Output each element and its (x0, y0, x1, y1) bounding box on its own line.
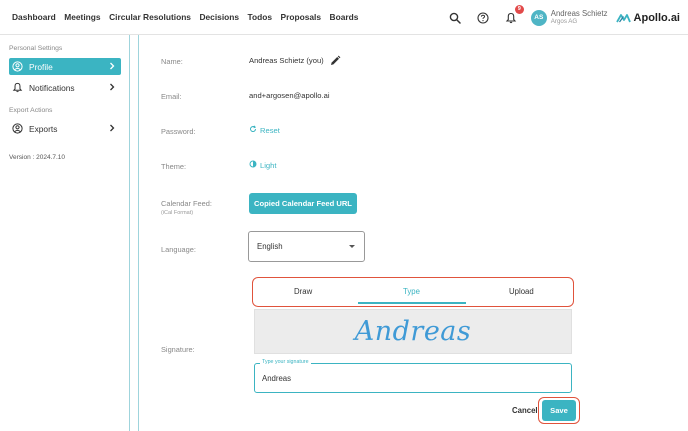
reset-label: Reset (260, 125, 280, 135)
section-personal-settings: Personal Settings (9, 45, 63, 52)
main-nav: Dashboard Meetings Circular Resolutions … (12, 0, 367, 35)
bell-icon (12, 82, 23, 93)
signature-preview: Andreas (254, 309, 572, 354)
header-actions: 9 AS Andreas Schietz Argos AG Apollo.ai (447, 0, 688, 35)
top-bar: Dashboard Meetings Circular Resolutions … (0, 0, 688, 35)
language-label: Language: (161, 245, 196, 254)
contrast-icon (249, 160, 257, 170)
search-button[interactable] (447, 10, 463, 26)
password-label: Password: (161, 127, 196, 136)
user-org: Argos AG (550, 18, 578, 26)
help-button[interactable] (475, 10, 491, 26)
download-circle-icon (12, 123, 23, 134)
sidebar-item-profile[interactable]: Profile (9, 58, 121, 75)
signature-preview-text: Andreas (354, 316, 472, 347)
email-value: and+argosen@apollo.ai (249, 91, 330, 100)
sidebar-item-label: Profile (29, 61, 53, 72)
user-name: Andreas Schietz (550, 8, 608, 18)
tab-draw[interactable]: Draw (294, 287, 312, 296)
caret-down-icon (349, 245, 355, 248)
signature-input[interactable] (254, 363, 572, 393)
nav-meetings[interactable]: Meetings (64, 12, 100, 22)
nav-decisions[interactable]: Decisions (199, 12, 239, 22)
calendar-feed-label: Calendar Feed: (161, 199, 212, 208)
section-export-actions: Export Actions (9, 107, 53, 114)
user-circle-icon (12, 61, 23, 72)
avatar[interactable]: AS (530, 9, 547, 26)
reset-password-link[interactable]: Reset (249, 125, 280, 135)
nav-boards[interactable]: Boards (330, 12, 359, 22)
tab-upload[interactable]: Upload (509, 287, 534, 296)
pencil-icon (331, 55, 341, 65)
apollo-logo[interactable]: Apollo.ai (615, 11, 680, 24)
theme-toggle[interactable]: Light (249, 160, 276, 170)
sidebar-item-label: Exports (29, 123, 58, 134)
sidebar-item-notifications[interactable]: Notifications (9, 79, 121, 96)
refresh-icon (249, 125, 257, 135)
theme-value: Light (260, 160, 277, 170)
signature-label: Signature: (161, 345, 195, 354)
name-value: Andreas Schietz (you) (249, 56, 324, 65)
chevron-right-icon (109, 62, 115, 72)
apollo-logo-icon (615, 13, 631, 22)
language-value: English (257, 242, 283, 251)
sidebar-item-label: Notifications (29, 82, 75, 93)
nav-circular-resolutions[interactable]: Circular Resolutions (109, 12, 191, 22)
nav-todos[interactable]: Todos (248, 12, 273, 22)
app-version: Version : 2024.7.10 (9, 154, 66, 161)
save-button[interactable]: Save (542, 400, 576, 421)
notification-count-badge: 9 (514, 4, 524, 14)
help-icon (477, 11, 489, 24)
search-icon (449, 12, 461, 24)
settings-sidebar: Personal Settings Profile Notifications … (0, 35, 130, 431)
calendar-feed-format: (iCal Format) (161, 210, 194, 216)
edit-name-button[interactable] (329, 54, 341, 66)
bell-icon (505, 12, 516, 23)
nav-dashboard[interactable]: Dashboard (12, 12, 56, 22)
user-info[interactable]: Andreas Schietz Argos AG (550, 8, 608, 26)
theme-label: Theme: (161, 162, 187, 171)
email-label: Email: (161, 92, 182, 101)
nav-proposals[interactable]: Proposals (281, 12, 322, 22)
copy-calendar-feed-button[interactable]: Copied Calendar Feed URL (249, 193, 357, 214)
cancel-button[interactable]: Cancel (512, 406, 538, 415)
name-label: Name: (161, 57, 183, 66)
tab-type[interactable]: Type (403, 287, 420, 296)
signature-input-label: Type your signature (260, 359, 311, 365)
notifications-button[interactable]: 9 (503, 4, 524, 26)
active-tab-indicator (358, 302, 466, 304)
chevron-right-icon (109, 124, 115, 134)
signature-input-value: Andreas (262, 374, 292, 383)
content-divider (138, 35, 139, 431)
language-select[interactable]: English (248, 231, 365, 262)
sidebar-item-exports[interactable]: Exports (9, 120, 121, 137)
chevron-right-icon (109, 83, 115, 93)
logo-text: Apollo.ai (633, 11, 680, 24)
